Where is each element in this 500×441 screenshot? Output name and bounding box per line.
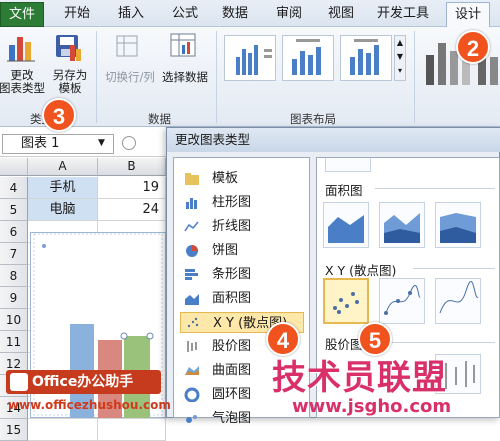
area-subtype-2[interactable] [379, 202, 425, 248]
scatter-subtype-smooth-markers[interactable] [379, 278, 425, 324]
thumb-partial[interactable] [325, 158, 371, 172]
ribbon-tab-bar: 文件 开始 插入 公式 数据 审阅 视图 开发工具 设计 [0, 0, 500, 27]
column-header-b[interactable]: B [98, 158, 166, 176]
chart-type-folder[interactable]: 模板 [180, 168, 304, 189]
row-header[interactable]: 8 [0, 265, 28, 287]
row-header[interactable]: 9 [0, 287, 28, 309]
row-header[interactable]: 5 [0, 199, 28, 221]
watermark-site: www.officezhushou.com [8, 398, 171, 412]
cell-a[interactable] [28, 419, 98, 441]
surface-icon [185, 366, 199, 375]
chart-layout-3[interactable] [340, 35, 392, 81]
chart-type-label: 圆环图 [212, 387, 252, 402]
group-label-layout: 图表布局 [290, 112, 336, 126]
save-as-template-button[interactable]: 另存为 模板 [48, 69, 92, 95]
office-logo-icon [10, 373, 28, 391]
dialog-title: 更改图表类型 [167, 128, 500, 152]
chart-type-label: 饼图 [212, 243, 239, 258]
bubble-icon [186, 415, 197, 423]
column-icon [186, 198, 197, 209]
chart-type-label: 曲面图 [212, 363, 252, 378]
divider [414, 31, 415, 123]
scatter-subtype-markers[interactable] [323, 278, 369, 324]
tab-developer[interactable]: 开发工具 [370, 2, 436, 27]
stock-icon [187, 341, 197, 352]
watermark-cn-site: www.jsgho.com [292, 396, 452, 417]
section-title-area: 面积图 [325, 183, 363, 198]
chart-type-label: 气泡图 [212, 411, 252, 426]
change-chart-type-icon[interactable] [6, 33, 36, 63]
chart-type-label: 折线图 [212, 219, 252, 234]
chart-type-pie[interactable]: 饼图 [180, 240, 304, 261]
line-icon [184, 221, 199, 232]
row-header[interactable]: 6 [0, 221, 28, 243]
chart-type-line[interactable]: 折线图 [180, 216, 304, 237]
chart-type-bar[interactable]: 条形图 [180, 264, 304, 285]
chart-type-label: 条形图 [212, 267, 252, 282]
section-title-scatter: X Y (散点图) [325, 263, 397, 278]
chart-layout-2[interactable] [282, 35, 334, 81]
tab-formulas[interactable]: 公式 [164, 2, 206, 27]
step-badge-3: 3 [42, 98, 76, 132]
pie-icon [186, 245, 198, 257]
chart-type-area[interactable]: 面积图 [180, 288, 304, 309]
row-header[interactable]: 7 [0, 243, 28, 265]
group-label-data: 数据 [148, 112, 171, 126]
select-all-corner[interactable] [0, 158, 28, 176]
chart-type-label: 模板 [212, 171, 239, 186]
doughnut-icon [184, 387, 200, 402]
tab-data[interactable]: 数据 [214, 2, 256, 27]
select-data-icon[interactable] [168, 31, 198, 61]
tab-file[interactable]: 文件 [0, 2, 44, 27]
row-header[interactable]: 15 [0, 419, 28, 441]
area-subtype-3[interactable] [435, 202, 481, 248]
switch-row-col-button[interactable]: 切换行/列 [100, 71, 160, 84]
tab-review[interactable]: 审阅 [268, 2, 310, 27]
cell-b[interactable] [98, 419, 166, 441]
name-box-value: 图表 1 [21, 136, 60, 151]
cell-a[interactable]: 手机 [28, 177, 98, 199]
change-chart-type-button[interactable]: 更改 图表类型 [0, 69, 48, 95]
name-box-dropdown-icon[interactable]: ▼ [98, 138, 105, 148]
divider [375, 342, 495, 343]
step-badge-2: 2 [456, 30, 490, 64]
divider [413, 268, 495, 269]
chart-type-label: 面积图 [212, 291, 252, 306]
divider [216, 31, 217, 123]
formula-bar-toggle[interactable] [122, 136, 136, 150]
row-header[interactable]: 11 [0, 331, 28, 353]
cell-b[interactable]: 19 [98, 177, 166, 199]
row-header[interactable]: 10 [0, 309, 28, 331]
save-template-icon[interactable] [54, 31, 86, 63]
watermark-brand: Office办公助手 [6, 370, 161, 394]
cell-b[interactable]: 24 [98, 199, 166, 221]
divider [375, 188, 495, 189]
area-subtype-1[interactable] [323, 202, 369, 248]
chart-layout-1[interactable] [224, 35, 276, 81]
chart-type-column[interactable]: 柱形图 [180, 192, 304, 213]
watermark-cn-brand: 技术员联盟 [272, 358, 447, 398]
folder-icon [185, 173, 199, 185]
column-header-a[interactable]: A [28, 158, 98, 176]
scatter-icon [187, 317, 199, 328]
divider [96, 31, 97, 123]
bar-icon [185, 269, 198, 280]
select-data-button[interactable]: 选择数据 [158, 71, 212, 84]
tab-home[interactable]: 开始 [56, 2, 98, 27]
watermark-brand-text: Office办公助手 [32, 374, 134, 390]
tab-view[interactable]: 视图 [320, 2, 362, 27]
switch-row-col-icon[interactable] [114, 33, 140, 59]
layout-gallery-scroll[interactable]: ▲ ▼ ▾ [394, 35, 406, 81]
tab-design[interactable]: 设计 [446, 2, 490, 27]
cell-a[interactable]: 电脑 [28, 199, 98, 221]
area-icon [185, 294, 199, 305]
chart-type-bubble[interactable]: 气泡图 [180, 408, 304, 429]
chart-type-label: 股价图 [212, 339, 252, 354]
chart-type-label: 柱形图 [212, 195, 252, 210]
scatter-subtype-smooth[interactable] [435, 278, 481, 324]
row-header[interactable]: 4 [0, 177, 28, 199]
tab-insert[interactable]: 插入 [110, 2, 152, 27]
